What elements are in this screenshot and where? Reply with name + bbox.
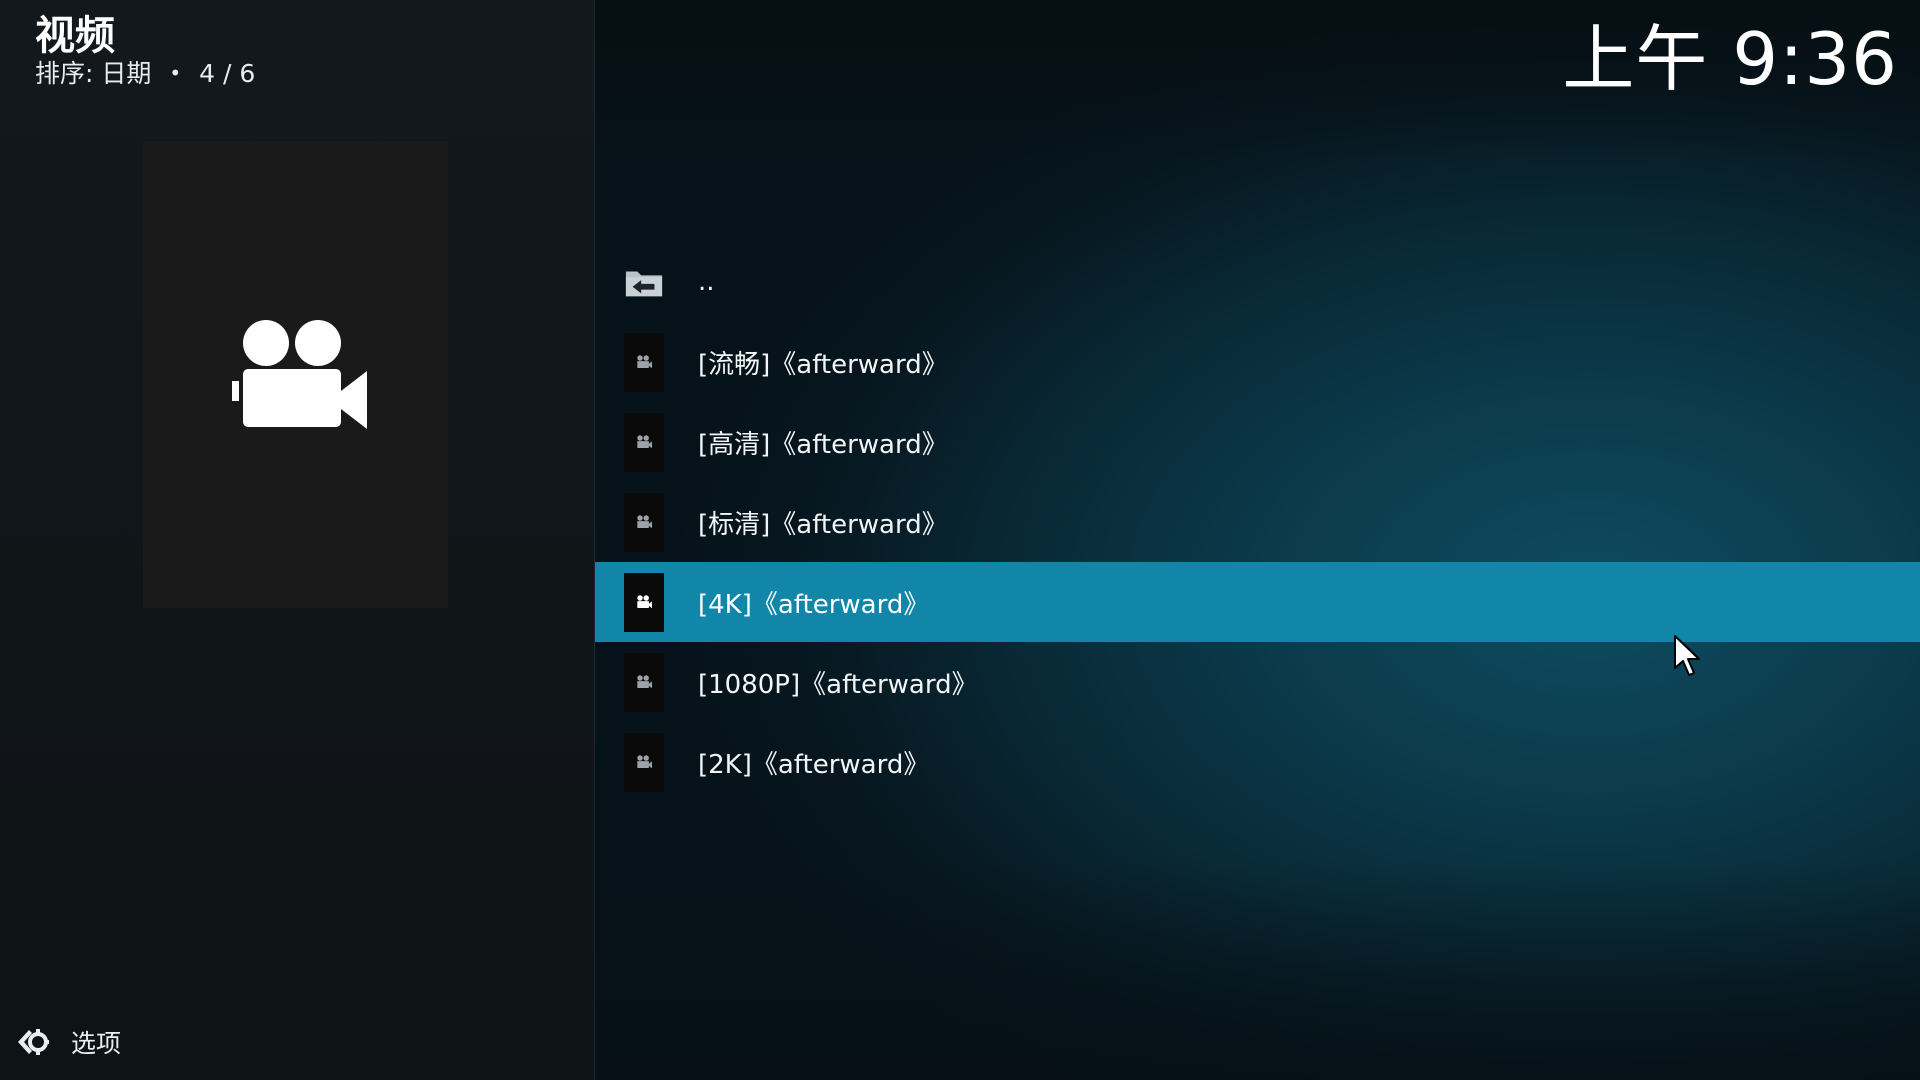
list-item-label: [流畅]《afterward》 xyxy=(698,349,948,380)
mouse-cursor-icon xyxy=(1673,634,1703,682)
kodi-video-browser: 视频 排序: 日期 • 4 / 6 上午 9:36 .. [流畅]《afterw… xyxy=(0,0,1920,1080)
list-item-video[interactable]: [1080P]《afterward》 xyxy=(595,642,1920,722)
video-camera-icon xyxy=(624,732,664,792)
list-item-video[interactable]: [流畅]《afterward》 xyxy=(595,322,1920,402)
poster-thumbnail xyxy=(143,141,448,608)
video-camera-icon xyxy=(232,320,367,429)
list-item-video[interactable]: [2K]《afterward》 xyxy=(595,722,1920,802)
options-label: 选项 xyxy=(71,1029,122,1058)
folder-back-icon xyxy=(624,253,664,312)
list-item-label: [4K]《afterward》 xyxy=(698,589,930,620)
list-item-label: [高清]《afterward》 xyxy=(698,429,948,460)
clock: 上午 9:36 xyxy=(1562,17,1898,101)
list-item-label: [标清]《afterward》 xyxy=(698,509,948,540)
video-camera-icon xyxy=(624,652,664,712)
sort-info: 排序: 日期 • 4 / 6 xyxy=(35,56,255,91)
list-item-label: [1080P]《afterward》 xyxy=(698,669,978,700)
list-item-video[interactable]: [标清]《afterward》 xyxy=(595,482,1920,562)
options-button[interactable]: 选项 xyxy=(14,1024,121,1060)
video-camera-icon xyxy=(624,332,664,392)
list-item-label: [2K]《afterward》 xyxy=(698,749,930,780)
file-list: .. [流畅]《afterward》 [高清]《afterward》 [标清]《… xyxy=(595,242,1920,802)
options-gear-icon xyxy=(14,1024,50,1060)
sort-label[interactable]: 排序: 日期 xyxy=(35,59,151,88)
separator-dot: • xyxy=(169,61,182,85)
video-camera-icon xyxy=(624,492,664,552)
list-item-parent-folder[interactable]: .. xyxy=(595,242,1920,322)
item-position: 4 / 6 xyxy=(199,59,256,88)
video-camera-icon xyxy=(624,572,664,632)
list-item-video-selected[interactable]: [4K]《afterward》 xyxy=(595,562,1920,642)
list-item-label: .. xyxy=(698,267,715,297)
video-camera-icon xyxy=(624,412,664,472)
list-item-video[interactable]: [高清]《afterward》 xyxy=(595,402,1920,482)
